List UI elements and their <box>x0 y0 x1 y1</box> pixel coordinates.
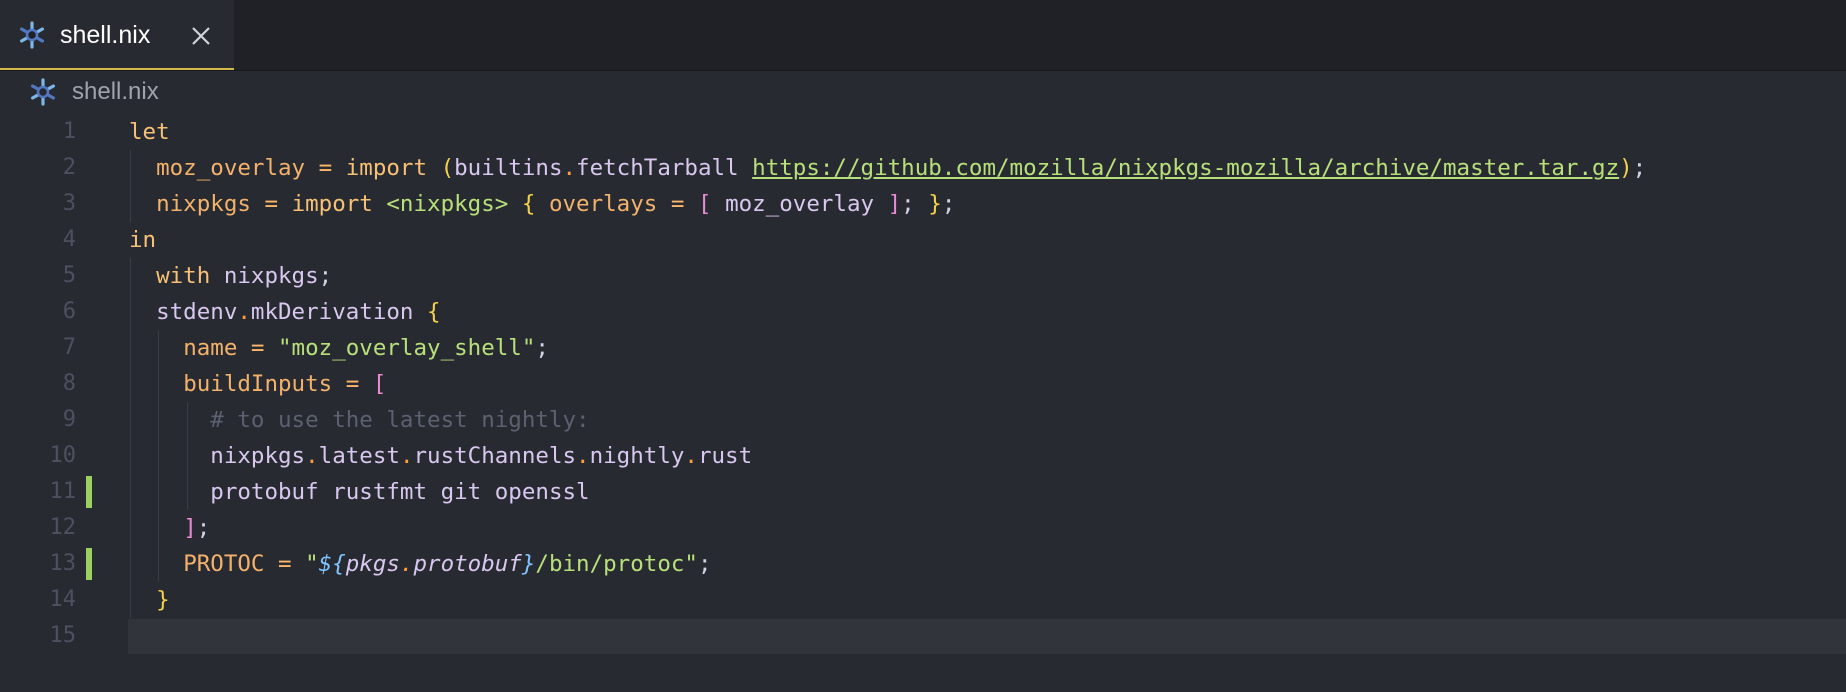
tab-shell-nix[interactable]: shell.nix <box>0 0 234 70</box>
tab-label: shell.nix <box>60 21 151 49</box>
breadcrumb[interactable]: shell.nix <box>0 72 1846 112</box>
code-text: with nixpkgs; <box>156 263 333 289</box>
code-line[interactable]: 11 protobuf rustfmt git openssl <box>0 474 1846 510</box>
code-line[interactable]: 9 # to use the latest nightly: <box>0 402 1846 438</box>
line-number: 6 <box>62 299 76 324</box>
code-line[interactable]: 6 stdenv.mkDerivation { <box>0 294 1846 330</box>
code-line[interactable]: 5 with nixpkgs; <box>0 258 1846 294</box>
nix-snowflake-icon <box>17 20 47 50</box>
tab-bar: shell.nix <box>0 0 1846 71</box>
code-line[interactable]: 14 } <box>0 582 1846 618</box>
code-line[interactable]: 7 name = "moz_overlay_shell"; <box>0 330 1846 366</box>
code-text: # to use the latest nightly: <box>210 407 590 433</box>
code-text: PROTOC = "${pkgs.protobuf}/bin/protoc"; <box>183 551 712 577</box>
url-link[interactable]: https://github.com/mozilla/nixpkgs-mozil… <box>752 155 1619 181</box>
close-icon[interactable] <box>188 23 214 49</box>
line-number: 4 <box>62 227 76 252</box>
modified-line-indicator[interactable] <box>86 476 92 508</box>
code-text: } <box>156 587 170 613</box>
line-number: 10 <box>49 443 77 468</box>
line-number: 5 <box>62 263 76 288</box>
line-number: 8 <box>62 371 76 396</box>
code-line[interactable]: 12 ]; <box>0 510 1846 546</box>
code-line[interactable]: 2 moz_overlay = import (builtins.fetchTa… <box>0 150 1846 186</box>
code-line[interactable]: 1 let <box>0 114 1846 150</box>
code-line-current[interactable]: 15 <box>0 618 1846 654</box>
code-line[interactable]: 8 buildInputs = [ <box>0 366 1846 402</box>
line-number: 14 <box>49 587 77 612</box>
code-text: stdenv.mkDerivation { <box>156 299 441 325</box>
current-line-highlight <box>128 619 1846 654</box>
modified-line-indicator[interactable] <box>86 548 92 580</box>
code-text: moz_overlay = import (builtins.fetchTarb… <box>156 155 1647 181</box>
line-number: 2 <box>62 155 76 180</box>
code-text: ]; <box>183 515 211 541</box>
code-text: let <box>129 119 170 145</box>
code-line[interactable]: 10 nixpkgs.latest.rustChannels.nightly.r… <box>0 438 1846 474</box>
code-text: nixpkgs.latest.rustChannels.nightly.rust <box>210 443 753 469</box>
line-number: 9 <box>62 407 76 432</box>
line-number: 11 <box>49 479 77 504</box>
code-line[interactable]: 13 PROTOC = "${pkgs.protobuf}/bin/protoc… <box>0 546 1846 582</box>
code-line[interactable]: 4 in <box>0 222 1846 258</box>
code-text: in <box>129 227 157 253</box>
line-number: 13 <box>49 551 77 576</box>
line-number: 15 <box>49 623 77 648</box>
code-text: protobuf rustfmt git openssl <box>210 479 590 505</box>
nix-snowflake-icon <box>28 77 58 107</box>
code-text: nixpkgs = import <nixpkgs> { overlays = … <box>156 191 956 217</box>
line-number: 12 <box>49 515 77 540</box>
code-text: name = "moz_overlay_shell"; <box>183 335 549 361</box>
line-number: 3 <box>62 191 76 216</box>
breadcrumb-file-label[interactable]: shell.nix <box>72 77 159 107</box>
line-number: 7 <box>62 335 76 360</box>
code-line[interactable]: 3 nixpkgs = import <nixpkgs> { overlays … <box>0 186 1846 222</box>
line-number: 1 <box>62 119 76 144</box>
code-text: buildInputs = [ <box>183 371 387 397</box>
